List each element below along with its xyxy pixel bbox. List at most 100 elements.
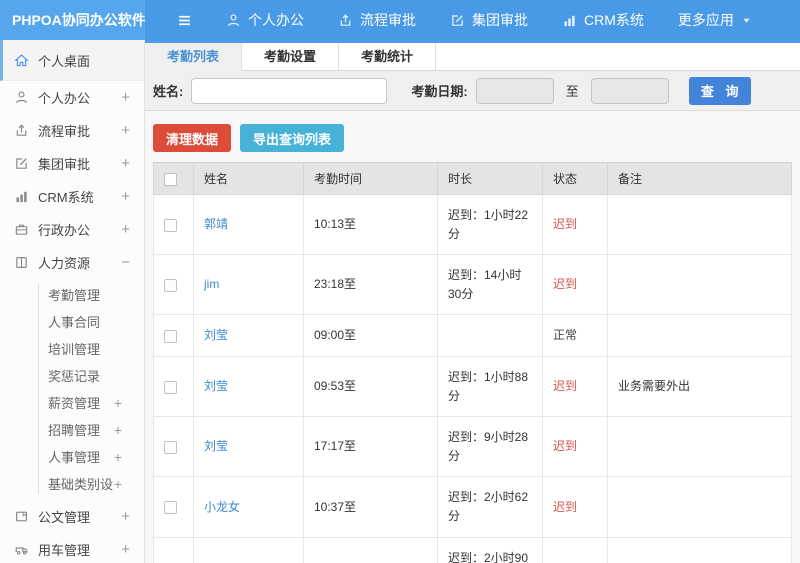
sidebar-item-公文管理[interactable]: 公文管理 +: [0, 500, 144, 533]
flow-icon: [340, 13, 351, 26]
attendance-time-cell: 17:17至: [303, 416, 438, 478]
sidebar-item-个人办公[interactable]: 个人办公 +: [0, 81, 144, 114]
sidebar-item-行政办公[interactable]: 行政办公 +: [0, 213, 144, 246]
attendance-time-cell: 23:18至: [303, 254, 438, 316]
sidebar-item-label: 行政办公: [38, 223, 91, 238]
column-header-考勤时间: 考勤时间: [303, 162, 438, 195]
topnav-item-更多应用[interactable]: 更多应用: [661, 0, 769, 40]
tab-考勤列表[interactable]: 考勤列表: [145, 43, 243, 71]
expand-plus-icon[interactable]: +: [117, 541, 130, 558]
top-navigation: 个人办公 流程审批 集团审批 CRM系统 更多应用: [209, 0, 769, 40]
status-badge: 正常: [542, 314, 608, 357]
topnav-item-集团审批[interactable]: 集团审批: [433, 0, 545, 40]
late-duration: 迟到：2小时62分: [448, 490, 529, 523]
employee-name-link[interactable]: 刘莹: [204, 439, 228, 453]
sidebar-item-流程审批[interactable]: 流程审批 +: [0, 114, 144, 147]
select-all-checkbox[interactable]: [164, 172, 177, 186]
name-cell: 刘莹: [193, 355, 304, 418]
table-row: 刘莹 09:00至 正常: [153, 314, 792, 357]
employee-name-link[interactable]: 郭靖: [204, 217, 228, 231]
row-checkbox[interactable]: [164, 500, 177, 514]
column-header-姓名: 姓名: [193, 162, 304, 195]
status-badge: 迟到: [542, 193, 608, 256]
sidebar-item-个人桌面[interactable]: 个人桌面: [0, 40, 144, 81]
topbar: PHPOA协同办公软件 个人办公 流程审批 集团审批 CRM系统 更多应用: [0, 0, 800, 40]
date-label: 考勤日期:: [411, 84, 468, 99]
row-checkbox[interactable]: [164, 440, 177, 454]
name-cell: jim: [193, 254, 304, 316]
employee-name-link[interactable]: 刘莹: [204, 379, 228, 393]
sidebar-subitem-招聘管理[interactable]: 招聘管理 +: [0, 416, 144, 443]
topnav-item-流程审批[interactable]: 流程审批: [321, 0, 433, 40]
employee-name-link[interactable]: 小龙女: [204, 500, 240, 514]
late-duration: 迟到：1小时22分: [448, 208, 529, 241]
expand-plus-icon[interactable]: +: [114, 395, 122, 411]
date-to-label: 至: [565, 84, 579, 99]
clear-data-button[interactable]: 清理数据: [153, 124, 232, 152]
sidebar-subitem-人事合同[interactable]: 人事合同: [0, 308, 144, 335]
tab-bar: 考勤列表 考勤设置 考勤统计: [145, 43, 800, 71]
row-checkbox[interactable]: [164, 218, 177, 232]
sidebar-item-label: 用车管理: [38, 543, 91, 558]
row-checkbox[interactable]: [164, 329, 177, 343]
table-row: 管理员10:54至10:54迟到：2小时90分早退：7小时10分迟到/早退111…: [153, 536, 792, 563]
sidebar-subitem-人事管理[interactable]: 人事管理 +: [0, 443, 144, 470]
status-badge: 迟到: [542, 254, 608, 316]
sidebar-subitem-label: 薪资管理: [48, 396, 101, 411]
expand-plus-icon[interactable]: +: [117, 122, 130, 139]
sidebar-toggle-button[interactable]: [159, 0, 209, 40]
topnav-item-个人办公[interactable]: 个人办公: [209, 0, 321, 40]
sidebar-subitem-培训管理[interactable]: 培训管理: [0, 335, 144, 362]
duration-cell: [437, 314, 543, 357]
date-to-input[interactable]: [590, 77, 669, 104]
table-row: jim 23:18至 迟到：14小时30分 迟到: [153, 254, 792, 316]
note-cell: 业务需要外出: [607, 355, 792, 418]
expand-plus-icon[interactable]: +: [117, 89, 130, 106]
sidebar-item-人力资源[interactable]: 人力资源 −: [0, 246, 144, 279]
employee-name-link[interactable]: jim: [204, 277, 219, 291]
duration-cell: 迟到：14小时30分: [437, 254, 543, 316]
date-from-input[interactable]: [475, 77, 554, 104]
note-cell: [607, 193, 792, 256]
sidebar-subitem-基础类别设置[interactable]: 基础类别设置+: [0, 470, 144, 497]
employee-name-link[interactable]: 刘莹: [204, 328, 228, 342]
sidebar-subitem-考勤管理[interactable]: 考勤管理: [0, 281, 144, 308]
expand-plus-icon[interactable]: +: [117, 508, 130, 525]
late-duration: 迟到：9小时28分: [448, 430, 529, 463]
sidebar-submenu: 考勤管理人事合同培训管理奖惩记录薪资管理+招聘管理+人事管理+基础类别设置+: [0, 279, 144, 500]
expand-plus-icon[interactable]: +: [117, 188, 130, 205]
expand-plus-icon[interactable]: +: [114, 476, 122, 492]
late-duration: 迟到：14小时30分: [448, 268, 522, 301]
name-cell: 郭靖: [193, 193, 304, 256]
duration-cell: 迟到：1小时88分: [437, 355, 543, 418]
status-badge: 迟到/早退: [542, 536, 608, 563]
late-duration: 迟到：1小时88分: [448, 369, 529, 403]
column-header-时长: 时长: [437, 162, 543, 195]
name-cell: 管理员: [193, 536, 304, 563]
collapse-minus-icon[interactable]: −: [117, 254, 130, 271]
expand-plus-icon[interactable]: +: [117, 221, 130, 238]
export-list-button[interactable]: 导出查询列表: [240, 124, 345, 152]
tab-考勤设置[interactable]: 考勤设置: [242, 43, 340, 70]
table-row: 小龙女 10:37至 迟到：2小时62分 迟到: [153, 476, 792, 538]
sidebar-item-用车管理[interactable]: 用车管理 +: [0, 533, 144, 563]
car-icon: [15, 547, 28, 555]
row-checkbox[interactable]: [164, 380, 177, 394]
tab-考勤统计[interactable]: 考勤统计: [339, 43, 437, 70]
expand-plus-icon[interactable]: +: [114, 449, 122, 465]
search-button[interactable]: 查 询: [688, 76, 751, 105]
sidebar-item-CRM系统[interactable]: CRM系统 +: [0, 180, 144, 213]
expand-plus-icon[interactable]: +: [114, 422, 122, 438]
topnav-item-CRM系统[interactable]: CRM系统: [545, 0, 661, 40]
sidebar-subitem-薪资管理[interactable]: 薪资管理 +: [0, 389, 144, 416]
row-checkbox[interactable]: [164, 278, 177, 292]
topnav-item-label: 流程审批: [360, 12, 416, 28]
attendance-time-cell: 10:37至: [303, 476, 438, 538]
sidebar-item-集团审批[interactable]: 集团审批 +: [0, 147, 144, 180]
name-input[interactable]: [191, 77, 388, 104]
name-cell: 小龙女: [193, 476, 304, 538]
sidebar-subitem-奖惩记录[interactable]: 奖惩记录: [0, 362, 144, 389]
expand-plus-icon[interactable]: +: [117, 155, 130, 172]
table-row: 刘莹 09:53至 迟到：1小时88分 迟到 业务需要外出: [153, 355, 792, 418]
sidebar-subitem-label: 培训管理: [48, 342, 101, 357]
